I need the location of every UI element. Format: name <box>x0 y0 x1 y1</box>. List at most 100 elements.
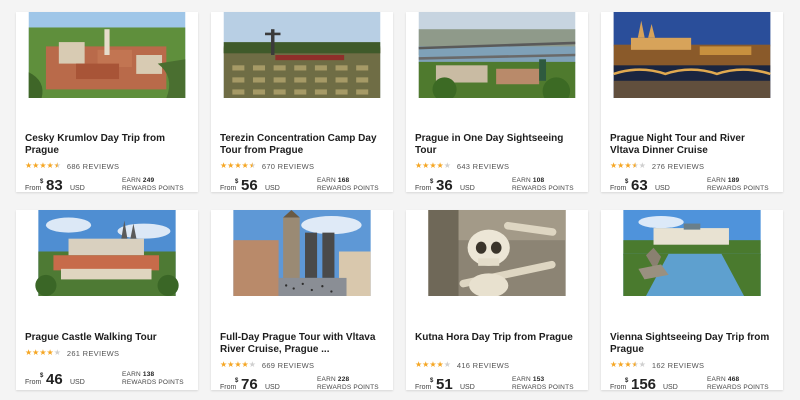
review-count[interactable]: 669 REVIEWS <box>262 361 315 370</box>
prague-bridges-photo[interactable] <box>406 12 588 112</box>
review-count[interactable]: 276 REVIEWS <box>652 162 705 171</box>
tour-title[interactable]: Cesky Krumlov Day Trip from Prague <box>25 133 192 157</box>
review-count[interactable]: 162 REVIEWS <box>652 361 705 370</box>
prague-castle-day-photo[interactable] <box>16 210 198 324</box>
currency-label: USD <box>70 379 85 386</box>
star-empty-icon: ★ <box>53 348 61 357</box>
star-empty-icon: ★ <box>443 161 451 170</box>
tour-title[interactable]: Terezin Concentration Camp Day Tour from… <box>220 133 387 157</box>
prague-castle-night-photo[interactable] <box>601 12 783 112</box>
price-block: From $ 76 USD EARN 228 REWARDS POINTS <box>220 376 387 395</box>
currency-label: USD <box>70 185 85 192</box>
tour-info: Prague Night Tour and River Vltava Dinne… <box>610 133 777 196</box>
tour-card[interactable]: Vienna Sightseeing Day Trip from Prague … <box>601 210 783 393</box>
tour-card[interactable]: Full-Day Prague Tour with Vltava River C… <box>211 210 393 393</box>
currency-symbol: $ <box>625 179 629 185</box>
tour-card[interactable]: Kutna Hora Day Trip from Prague ★★★★★ 41… <box>406 210 588 393</box>
price-block: From $ 63 USD EARN 189 REWARDS POINTS <box>610 177 777 196</box>
rewards-points: EARN 189 REWARDS POINTS <box>707 177 769 192</box>
rewards-points: EARN 168 REWARDS POINTS <box>317 177 379 192</box>
star-half-icon: ★ <box>248 161 256 170</box>
currency-symbol: $ <box>625 378 629 384</box>
price-block: From $ 46 USD EARN 138 REWARDS POINTS <box>25 371 192 390</box>
tour-card[interactable]: Prague in One Day Sightseeing Tour ★★★★★… <box>406 12 588 194</box>
price-block: From $ 51 USD EARN 153 REWARDS POINTS <box>415 376 582 395</box>
star-empty-icon: ★ <box>248 360 256 369</box>
star-rating: ★★★★★ <box>415 361 451 369</box>
tour-title[interactable]: Prague Castle Walking Tour <box>25 332 192 344</box>
tour-grid: Cesky Krumlov Day Trip from Prague ★★★★★… <box>0 0 800 400</box>
price-amount: 83 <box>46 177 63 194</box>
star-filled-icon: ★ <box>429 360 437 369</box>
star-filled-icon: ★ <box>46 161 54 170</box>
star-filled-icon: ★ <box>39 161 47 170</box>
currency-symbol: $ <box>40 179 44 185</box>
star-rating: ★★★★★ <box>25 162 61 170</box>
currency-symbol: $ <box>430 378 434 384</box>
tour-card[interactable]: Cesky Krumlov Day Trip from Prague ★★★★★… <box>16 12 198 194</box>
price-block: From $ 56 USD EARN 168 REWARDS POINTS <box>220 177 387 196</box>
star-filled-icon: ★ <box>624 360 632 369</box>
from-label: From <box>415 185 432 192</box>
price-amount: 36 <box>436 177 453 194</box>
currency-label: USD <box>655 185 670 192</box>
star-half-icon: ★ <box>631 360 639 369</box>
review-count[interactable]: 261 REVIEWS <box>67 349 120 358</box>
currency-label: USD <box>265 384 280 391</box>
from-label: From <box>610 185 627 192</box>
cesky-krumlov-town-photo[interactable] <box>16 12 198 112</box>
old-town-square-photo[interactable] <box>211 210 393 324</box>
currency-symbol: $ <box>430 179 434 185</box>
tour-info: Kutna Hora Day Trip from Prague ★★★★★ 41… <box>415 332 582 395</box>
price-block: From $ 156 USD EARN 468 REWARDS POINTS <box>610 376 777 395</box>
star-filled-icon: ★ <box>624 161 632 170</box>
from-label: From <box>220 185 237 192</box>
review-count[interactable]: 670 REVIEWS <box>262 162 315 171</box>
belvedere-palace-photo[interactable] <box>601 210 783 324</box>
price-amount: 46 <box>46 371 63 388</box>
star-rating: ★★★★★ <box>220 361 256 369</box>
star-empty-icon: ★ <box>638 360 646 369</box>
star-filled-icon: ★ <box>436 360 444 369</box>
tour-info: Full-Day Prague Tour with Vltava River C… <box>220 332 387 395</box>
currency-symbol: $ <box>40 373 44 379</box>
star-filled-icon: ★ <box>429 161 437 170</box>
star-half-icon: ★ <box>631 161 639 170</box>
tour-title[interactable]: Prague Night Tour and River Vltava Dinne… <box>610 133 777 157</box>
review-count[interactable]: 643 REVIEWS <box>457 162 510 171</box>
star-empty-icon: ★ <box>443 360 451 369</box>
tour-title[interactable]: Kutna Hora Day Trip from Prague <box>415 332 582 356</box>
star-filled-icon: ★ <box>39 348 47 357</box>
bone-skull-photo[interactable] <box>406 210 588 324</box>
star-filled-icon: ★ <box>234 161 242 170</box>
star-rating: ★★★★★ <box>610 162 646 170</box>
star-rating: ★★★★★ <box>415 162 451 170</box>
review-count[interactable]: 416 REVIEWS <box>457 361 510 370</box>
currency-label: USD <box>460 384 475 391</box>
tour-title[interactable]: Prague in One Day Sightseeing Tour <box>415 133 582 157</box>
tour-title[interactable]: Full-Day Prague Tour with Vltava River C… <box>220 332 387 356</box>
star-rating: ★★★★★ <box>220 162 256 170</box>
tour-info: Prague Castle Walking Tour ★★★★★ 261 REV… <box>25 332 192 390</box>
star-rating: ★★★★★ <box>610 361 646 369</box>
rewards-points: EARN 249 REWARDS POINTS <box>122 177 184 192</box>
tour-card[interactable]: Prague Night Tour and River Vltava Dinne… <box>601 12 783 194</box>
from-label: From <box>415 384 432 391</box>
terezin-cemetery-photo[interactable] <box>211 12 393 112</box>
review-count[interactable]: 686 REVIEWS <box>67 162 120 171</box>
star-filled-icon: ★ <box>234 360 242 369</box>
star-half-icon: ★ <box>53 161 61 170</box>
price-amount: 51 <box>436 376 453 393</box>
price-amount: 56 <box>241 177 258 194</box>
star-filled-icon: ★ <box>241 161 249 170</box>
tour-card[interactable]: Terezin Concentration Camp Day Tour from… <box>211 12 393 194</box>
tour-info: Prague in One Day Sightseeing Tour ★★★★★… <box>415 133 582 196</box>
currency-label: USD <box>265 185 280 192</box>
tour-info: Terezin Concentration Camp Day Tour from… <box>220 133 387 196</box>
tour-card[interactable]: Prague Castle Walking Tour ★★★★★ 261 REV… <box>16 210 198 390</box>
tour-info: Vienna Sightseeing Day Trip from Prague … <box>610 332 777 395</box>
currency-label: USD <box>460 185 475 192</box>
star-filled-icon: ★ <box>436 161 444 170</box>
tour-title[interactable]: Vienna Sightseeing Day Trip from Prague <box>610 332 777 356</box>
from-label: From <box>25 379 42 386</box>
